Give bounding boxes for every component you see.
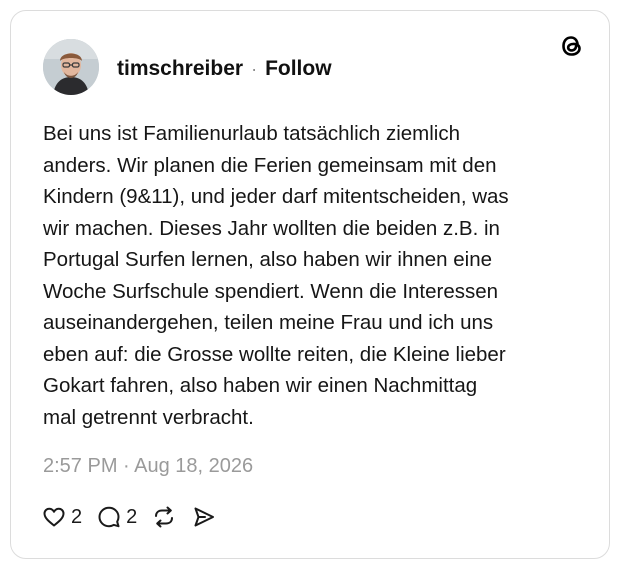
post-header: timschreiber · Follow [117,55,332,83]
avatar[interactable] [43,39,99,95]
follow-button[interactable]: Follow [265,55,332,83]
heart-icon [41,504,67,530]
post-card: timschreiber · Follow Bei uns ist Famili… [10,10,610,559]
reply-count: 2 [126,506,138,528]
threads-logo-icon[interactable] [557,31,587,61]
speech-bubble-icon [96,504,122,530]
post-timestamp[interactable]: 2:57 PM · Aug 18, 2026 [43,452,253,480]
repost-button[interactable] [151,504,177,530]
reply-button[interactable]: 2 [96,504,137,530]
send-icon [191,504,217,530]
avatar-image [43,39,99,95]
separator-dot: · [251,59,258,79]
action-bar: 2 2 [41,501,231,533]
post-body-text: Bei uns ist Familienurlaub tatsächlich z… [43,122,509,429]
like-button[interactable]: 2 [41,504,82,530]
username[interactable]: timschreiber [117,55,243,83]
like-count: 2 [71,506,83,528]
repost-icon [151,504,177,530]
share-button[interactable] [191,504,217,530]
